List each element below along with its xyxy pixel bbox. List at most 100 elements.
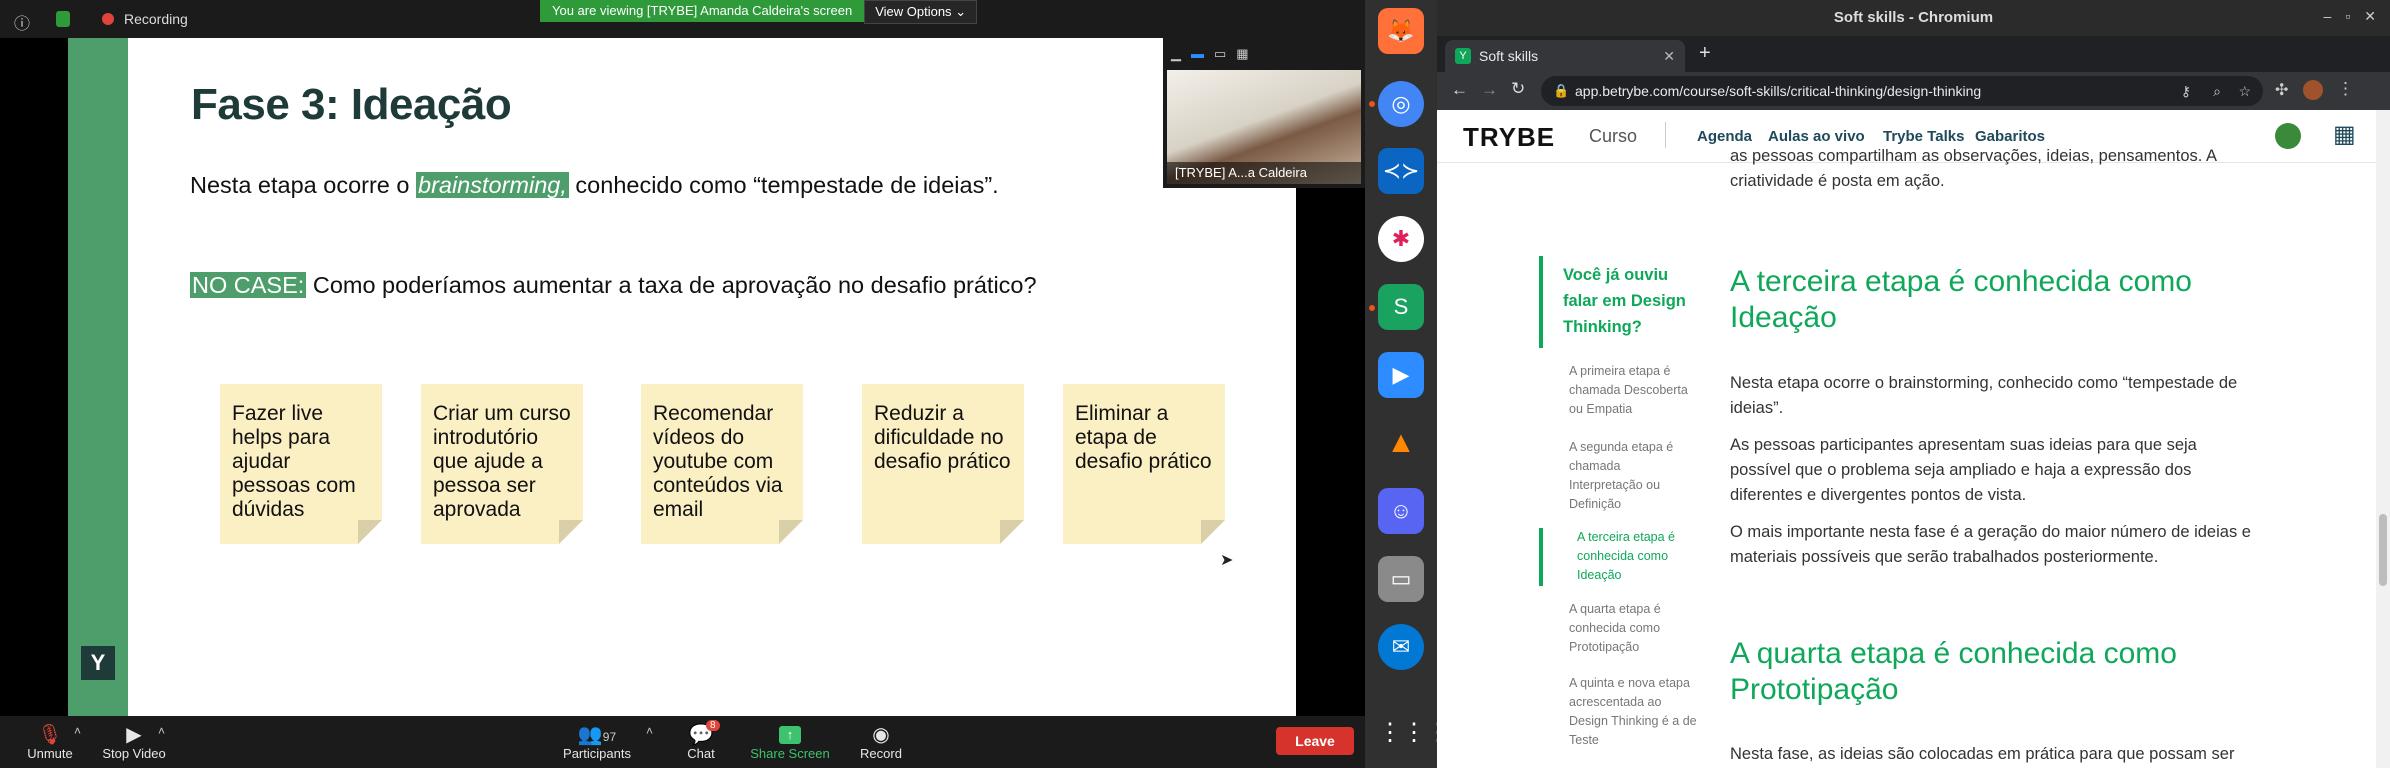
spreadsheet-icon[interactable]: S bbox=[1378, 284, 1424, 330]
sticky-note-text: Eliminar a etapa de desafio prático bbox=[1075, 402, 1212, 473]
note-fold-shadow bbox=[358, 520, 382, 544]
article-paragraph: O mais importante nesta fase é a geração… bbox=[1730, 523, 2251, 566]
trybe-logo[interactable]: TRYBE bbox=[1463, 122, 1555, 153]
record-icon: ◉ bbox=[872, 724, 890, 746]
slack-icon[interactable]: ✱ bbox=[1378, 216, 1424, 262]
speaker-view-icon[interactable]: ▭ bbox=[1214, 46, 1226, 62]
participants-icon: 👥97 bbox=[577, 724, 617, 746]
sticky-note: Reduzir a dificuldade no desafio prático bbox=[862, 384, 1024, 544]
web-page: TRYBE Curso Agenda Aulas ao vivo Trybe T… bbox=[1437, 110, 2390, 768]
slide-title: Fase 3: Ideação bbox=[191, 80, 512, 129]
discord-icon[interactable]: ☺ bbox=[1378, 488, 1424, 534]
zoom-app-icon[interactable]: ▶ bbox=[1378, 352, 1424, 398]
minimize-icon[interactable]: – bbox=[2324, 8, 2332, 25]
reload-icon[interactable]: ↻ bbox=[1511, 79, 1525, 99]
chromium-icon[interactable]: ◎ bbox=[1378, 81, 1424, 127]
toc-item[interactable]: A quinta e nova etapa acrescentada ao De… bbox=[1569, 674, 1699, 750]
article-paragraph: As pessoas participantes apresentam suas… bbox=[1730, 436, 2197, 504]
sticky-note-text: Fazer live helps para ajudar pessoas com… bbox=[232, 402, 356, 521]
thumbnail-view-icon[interactable]: ▬ bbox=[1191, 46, 1204, 62]
nav-trybe-talks[interactable]: Trybe Talks bbox=[1883, 128, 1964, 145]
zoom-window: ⓘ Recording You are viewing [TRYBE] Aman… bbox=[0, 0, 1365, 768]
unmute-label: Unmute bbox=[27, 746, 73, 761]
scrollbar-thumb[interactable] bbox=[2379, 514, 2387, 586]
browser-toolbar: ← → ↻ 🔒 app.betrybe.com/course/soft-skil… bbox=[1437, 72, 2390, 110]
trybe-favicon-icon: Y bbox=[1455, 48, 1471, 64]
note-fold-shadow bbox=[1000, 520, 1024, 544]
participant-video-tile[interactable]: ▁ ▬ ▭ ▦ [TRYBE] A...a Caldeira bbox=[1163, 38, 1365, 188]
nav-gabaritos[interactable]: Gabaritos bbox=[1975, 128, 2045, 145]
sticky-note-text: Reduzir a dificuldade no desafio prático bbox=[874, 402, 1011, 473]
curso-link[interactable]: Curso bbox=[1589, 126, 1637, 147]
share-screen-button[interactable]: ↑ Share Screen bbox=[748, 722, 832, 761]
zoom-icon[interactable]: ⌕ bbox=[2213, 76, 2221, 106]
gallery-view-icon[interactable]: ▦ bbox=[1236, 46, 1248, 62]
apps-grid-icon[interactable]: ▦ bbox=[2333, 120, 2356, 149]
show-apps-icon[interactable]: ⋮⋮⋮ bbox=[1378, 710, 1450, 756]
files-icon[interactable]: ▭ bbox=[1378, 556, 1424, 602]
toc-item[interactable]: A segunda etapa é chamada Interpretação … bbox=[1569, 438, 1689, 514]
toc-item[interactable]: A primeira etapa é chamada Descoberta ou… bbox=[1569, 362, 1699, 419]
bookmark-star-icon[interactable]: ☆ bbox=[2238, 76, 2251, 106]
close-icon[interactable]: ✕ bbox=[2364, 8, 2376, 25]
article-top-text: as pessoas compartilham as observações, … bbox=[1730, 147, 2217, 190]
thunderbird-icon[interactable]: ✉ bbox=[1378, 624, 1424, 670]
maximize-icon[interactable]: ▫ bbox=[2345, 8, 2350, 25]
chevron-up-icon[interactable]: ˄ bbox=[158, 724, 165, 738]
recording-label[interactable]: Recording bbox=[124, 11, 188, 27]
participants-label: Participants bbox=[563, 746, 631, 761]
new-tab-icon[interactable]: + bbox=[1699, 42, 1711, 65]
sticky-note-text: Criar um curso introdutório que ajude a … bbox=[433, 402, 571, 521]
leave-button[interactable]: Leave bbox=[1276, 727, 1354, 755]
toc-item-active[interactable]: A terceira etapa é conhecida como Ideaçã… bbox=[1577, 528, 1689, 585]
header-divider bbox=[1665, 122, 1666, 148]
sticky-note: Criar um curso introdutório que ajude a … bbox=[421, 384, 583, 544]
address-bar[interactable]: 🔒 app.betrybe.com/course/soft-skills/cri… bbox=[1541, 76, 2263, 106]
chat-button[interactable]: 💬 Chat 8 bbox=[680, 720, 722, 761]
tab-soft-skills[interactable]: Y Soft skills ✕ bbox=[1445, 40, 1685, 72]
nav-agenda[interactable]: Agenda bbox=[1697, 128, 1752, 145]
toc-current-bar bbox=[1539, 528, 1543, 586]
vlc-icon[interactable]: ▲ bbox=[1378, 420, 1424, 466]
note-fold-shadow bbox=[779, 520, 803, 544]
slide-case-line: NO CASE: Como poderíamos aumentar a taxa… bbox=[190, 272, 1037, 299]
forward-icon[interactable]: → bbox=[1481, 80, 1498, 100]
key-icon[interactable]: ⚷ bbox=[2181, 76, 2191, 106]
firefox-icon[interactable]: 🦊 bbox=[1378, 8, 1424, 54]
page-scrollbar[interactable] bbox=[2376, 110, 2390, 768]
lock-icon[interactable]: 🔒 bbox=[1553, 76, 1569, 106]
view-options-label: View Options bbox=[875, 4, 952, 19]
participants-button[interactable]: 👥97 Participants bbox=[556, 722, 638, 761]
participant-name: [TRYBE] A...a Caldeira bbox=[1167, 162, 1361, 184]
zoom-top-bar: ⓘ Recording You are viewing [TRYBE] Aman… bbox=[0, 0, 1365, 38]
shared-slide: Y Fase 3: Ideação Nesta etapa ocorre o b… bbox=[68, 38, 1296, 716]
profile-avatar[interactable] bbox=[2303, 80, 2323, 100]
chevron-up-icon[interactable]: ˄ bbox=[646, 724, 653, 738]
view-options-button[interactable]: View Options ⌄ bbox=[864, 0, 978, 24]
shield-icon[interactable] bbox=[56, 11, 70, 27]
toc-item[interactable]: A quarta etapa é conhecida como Prototip… bbox=[1569, 600, 1689, 657]
brainstorming-highlight: brainstorming, bbox=[416, 172, 569, 198]
note-fold-shadow bbox=[1201, 520, 1225, 544]
info-icon[interactable]: ⓘ bbox=[14, 10, 30, 34]
share-screen-label: Share Screen bbox=[750, 746, 830, 761]
viewing-banner-text: You are viewing [TRYBE] Amanda Caldeira'… bbox=[540, 0, 865, 22]
running-indicator bbox=[1369, 305, 1375, 311]
tab-title: Soft skills bbox=[1479, 48, 1539, 64]
user-avatar[interactable] bbox=[2275, 123, 2301, 149]
toc-heading[interactable]: Você já ouviu falar em Design Thinking? bbox=[1563, 262, 1693, 340]
record-button[interactable]: ◉ Record bbox=[856, 722, 906, 761]
menu-icon[interactable]: ⋮ bbox=[2337, 79, 2354, 99]
tab-close-icon[interactable]: ✕ bbox=[1663, 40, 1675, 72]
vscode-icon[interactable]: ≺≻ bbox=[1378, 148, 1424, 194]
extensions-icon[interactable]: ✣ bbox=[2275, 80, 2288, 100]
url-text[interactable]: app.betrybe.com/course/soft-skills/criti… bbox=[1575, 76, 1981, 106]
chevron-up-icon[interactable]: ˄ bbox=[74, 724, 81, 738]
back-icon[interactable]: ← bbox=[1451, 80, 1468, 100]
sticky-note-text: Recomendar vídeos do youtube com conteúd… bbox=[653, 402, 783, 521]
minimize-icon[interactable]: ▁ bbox=[1171, 46, 1181, 62]
unmute-button[interactable]: 🎙 Unmute bbox=[22, 722, 78, 761]
slide-logo: Y bbox=[81, 646, 115, 680]
heading-ideacao: A terceira etapa é conhecida como Ideaçã… bbox=[1730, 265, 2192, 334]
nav-aulas-ao-vivo[interactable]: Aulas ao vivo bbox=[1768, 128, 1865, 145]
